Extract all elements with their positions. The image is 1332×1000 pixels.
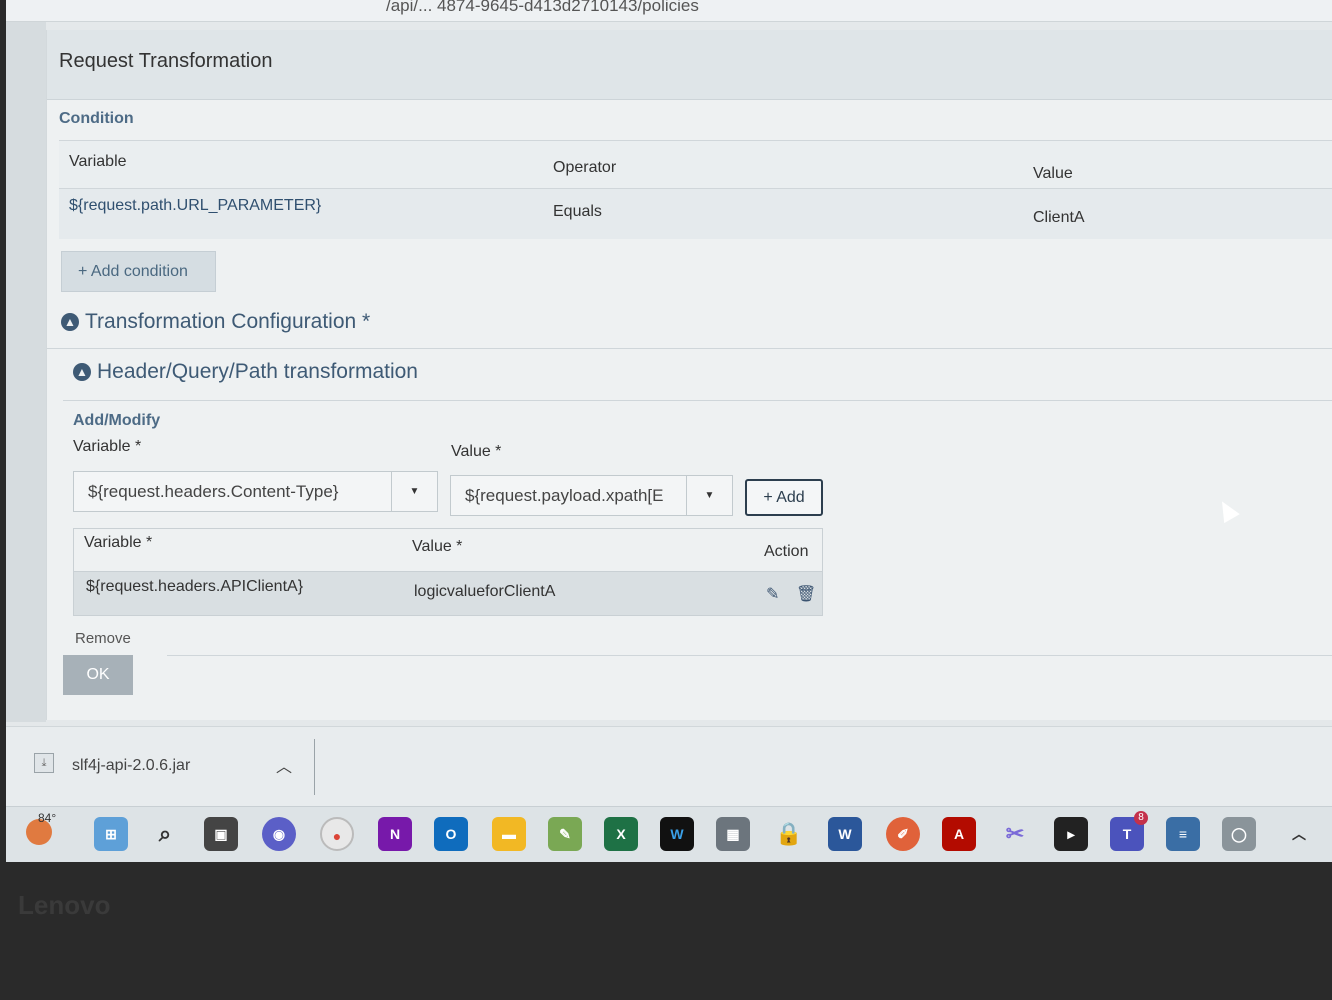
trash-icon[interactable]: 🗑 — [796, 584, 816, 604]
condition-value: ClientA — [1033, 209, 1085, 226]
value-select-value: ${request.payload.xpath[E — [465, 486, 664, 505]
divider — [167, 655, 1332, 656]
column-header-variable: Variable — [69, 153, 127, 170]
column-header-value: Value — [1033, 165, 1073, 182]
lock-icon[interactable]: 🔒 — [772, 817, 806, 851]
outlook-icon[interactable]: O — [434, 817, 468, 851]
chevron-up-icon[interactable]: ︿ — [1282, 817, 1316, 851]
notepad-plus-icon[interactable]: ✎ — [548, 817, 582, 851]
value-select[interactable]: ${request.payload.xpath[E ▼ — [450, 475, 733, 516]
transformation-configuration-toggle[interactable]: ▲ Transformation Configuration * — [61, 310, 370, 334]
value-field-label: Value * — [451, 443, 502, 460]
transformation-configuration-label: Transformation Configuration * — [85, 310, 371, 333]
download-file-name[interactable]: slf4j-api-2.0.6.jar — [72, 757, 190, 775]
notification-badge: 8 — [1134, 811, 1148, 825]
condition-variable: ${request.path.URL_PARAMETER} — [69, 197, 322, 214]
acrobat-icon[interactable]: A — [942, 817, 976, 851]
chevron-up-circle-icon: ▲ — [61, 313, 79, 331]
entries-table-header: Variable * Value * Action — [74, 529, 822, 572]
condition-row[interactable]: ${request.path.URL_PARAMETER} Equals Cli… — [59, 189, 1332, 239]
add-button[interactable]: + Add — [745, 479, 823, 516]
search-icon[interactable]: ⌕ — [148, 817, 182, 851]
variable-field-label: Variable * — [73, 438, 142, 455]
chat-icon[interactable]: ◉ — [262, 817, 296, 851]
start-icon[interactable]: ⊞ — [94, 817, 128, 851]
temperature: 84° — [38, 811, 57, 825]
condition-table-header: Variable Operator Value — [59, 141, 1332, 189]
column-header-variable: Variable * — [84, 534, 153, 551]
condition-section-label: Condition — [59, 110, 134, 127]
remove-label: Remove — [75, 630, 131, 647]
header-query-path-label: Header/Query/Path transformation — [97, 360, 418, 383]
app-icon[interactable]: ◯ — [1222, 817, 1256, 851]
file-explorer-icon[interactable]: ▬ — [492, 817, 526, 851]
task-view-icon[interactable]: ▣ — [204, 817, 238, 851]
chrome-icon[interactable]: ● — [320, 817, 354, 851]
download-bar: ⤓ slf4j-api-2.0.6.jar ︿ — [6, 726, 1332, 806]
column-header-value: Value * — [412, 538, 463, 555]
divider — [47, 348, 1332, 349]
add-modify-section-label: Add/Modify — [73, 412, 161, 429]
background-page-shade — [6, 22, 46, 722]
file-download-icon: ⤓ — [34, 753, 54, 773]
divider — [314, 739, 315, 795]
excel-icon[interactable]: X — [604, 817, 638, 851]
url-bar[interactable]: /api/... 4874-9645-d413d2710143/policies — [6, 0, 1332, 22]
chevron-down-icon[interactable]: ▼ — [686, 476, 732, 515]
chevron-down-icon[interactable]: ▼ — [391, 472, 437, 511]
lenovo-logo: Lenovo — [18, 890, 111, 920]
taskbar: 84° ⊞ ⌕ ▣ ◉ ● N O ▬ ✎ X W ▦ 🔒 W ✐ A ✂ ▸ … — [6, 806, 1332, 862]
divider — [63, 400, 1332, 401]
pen-icon[interactable]: ✐ — [886, 817, 920, 851]
column-header-operator: Operator — [553, 159, 617, 176]
column-header-action: Action — [764, 543, 809, 560]
request-transformation-modal: Request Transformation Condition Variabl… — [46, 30, 1332, 720]
word-icon[interactable]: W — [828, 817, 862, 851]
terminal-icon[interactable]: ▸ — [1054, 817, 1088, 851]
onenote-icon[interactable]: N — [378, 817, 412, 851]
entries-table: Variable * Value * Action ${request.head… — [73, 528, 823, 616]
header-query-path-toggle[interactable]: ▲ Header/Query/Path transformation — [73, 360, 418, 384]
notepad-icon[interactable]: ≡ — [1166, 817, 1200, 851]
entry-value: logicvalueforClientA — [414, 583, 556, 600]
chevron-up-icon[interactable]: ︿ — [276, 753, 292, 777]
entry-variable: ${request.headers.APIClientA} — [86, 578, 304, 595]
calculator-icon[interactable]: ▦ — [716, 817, 750, 851]
ok-button[interactable]: OK — [63, 655, 133, 695]
webex-icon[interactable]: W — [660, 817, 694, 851]
condition-table: Variable Operator Value ${request.path.U… — [59, 140, 1332, 239]
add-condition-button[interactable]: + Add condition — [61, 251, 216, 292]
condition-operator: Equals — [553, 203, 602, 220]
variable-select[interactable]: ${request.headers.Content-Type} ▼ — [73, 471, 438, 512]
variable-select-value: ${request.headers.Content-Type} — [88, 482, 339, 501]
pencil-icon[interactable]: ✎ — [766, 584, 779, 604]
snipping-tool-icon[interactable]: ✂ — [998, 817, 1032, 851]
table-row: ${request.headers.APIClientA} logicvalue… — [74, 572, 822, 615]
chevron-up-circle-icon: ▲ — [73, 363, 91, 381]
modal-title: Request Transformation — [59, 50, 273, 72]
screen: /api/... 4874-9645-d413d2710143/policies… — [6, 0, 1332, 862]
modal-header: Request Transformation — [47, 30, 1332, 100]
